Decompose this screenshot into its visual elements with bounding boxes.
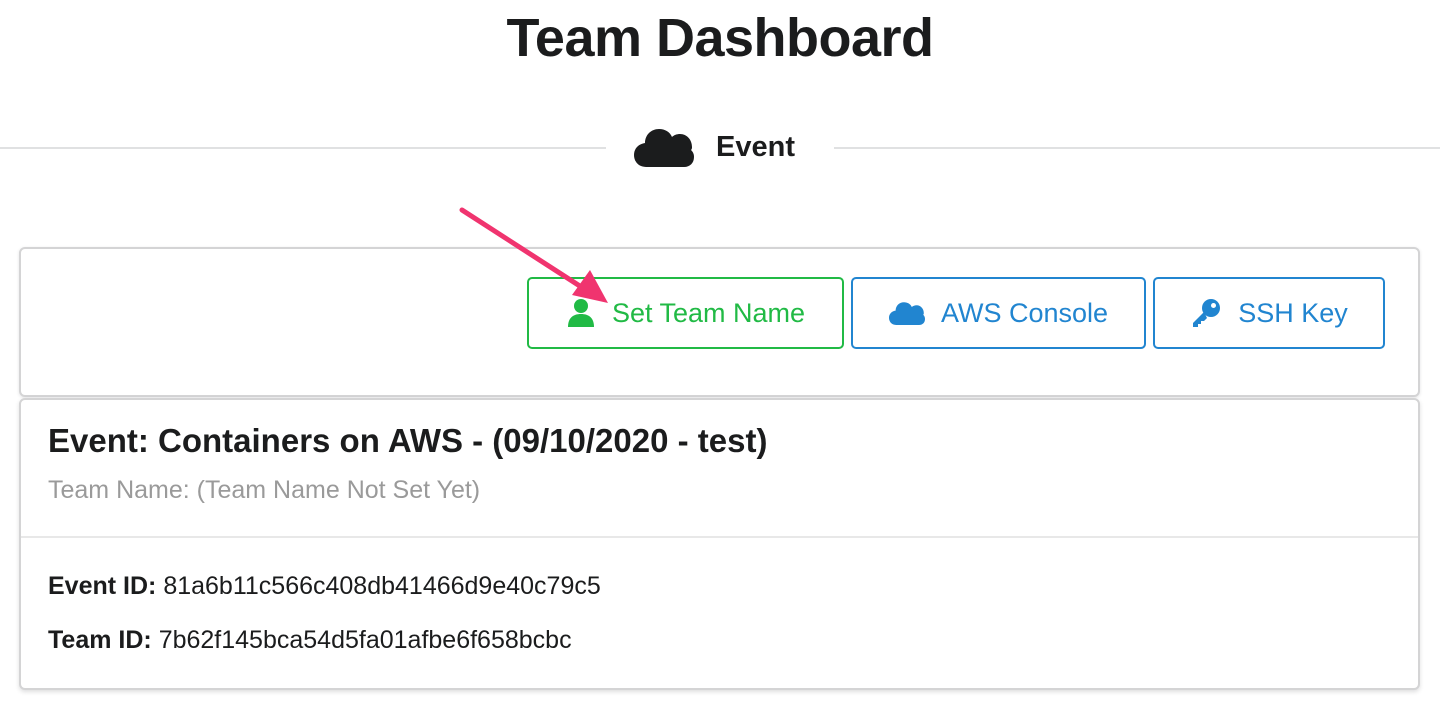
team-name-text: Team Name: (Team Name Not Set Yet)	[48, 476, 481, 504]
set-team-name-button[interactable]: Set Team Name	[527, 277, 844, 349]
team-id-label: Team ID:	[48, 626, 152, 654]
section-divider-right	[834, 147, 1440, 149]
section-label: Event	[716, 130, 795, 163]
section-header: Event	[634, 122, 834, 172]
page: Team Dashboard Event Set Team Name AWS C…	[0, 0, 1440, 710]
team-id-value: 7b62f145bca54d5fa01afbe6f658bcbc	[158, 626, 572, 654]
aws-console-button[interactable]: AWS Console	[851, 277, 1146, 349]
section-divider-left	[0, 147, 606, 149]
set-team-name-label: Set Team Name	[611, 297, 806, 328]
team-id-row: Team ID: 7b62f145bca54d5fa01afbe6f658bcb…	[48, 626, 572, 655]
aws-console-label: AWS Console	[940, 297, 1109, 328]
event-id-row: Event ID: 81a6b11c566c408db41466d9e40c79…	[48, 572, 601, 601]
user-icon	[567, 299, 594, 327]
event-title: Event: Containers on AWS - (09/10/2020 -…	[48, 422, 768, 459]
event-id-label: Event ID:	[48, 572, 157, 600]
key-icon	[1193, 299, 1221, 327]
ssh-key-label: SSH Key	[1238, 297, 1348, 328]
card-separator	[21, 536, 1418, 538]
cloud-icon	[634, 129, 694, 167]
page-title: Team Dashboard	[506, 8, 934, 68]
cloud-icon	[888, 302, 925, 325]
event-id-value: 81a6b11c566c408db41466d9e40c79c5	[163, 572, 601, 600]
ssh-key-button[interactable]: SSH Key	[1153, 277, 1385, 349]
